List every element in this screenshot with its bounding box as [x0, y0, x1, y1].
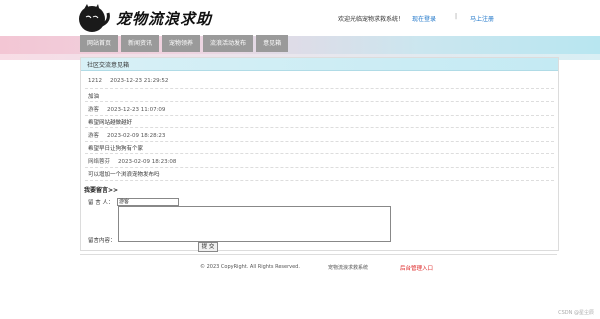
site-logo[interactable]: 宠物流浪求助: [78, 2, 212, 34]
watermark: CSDN @星尘辰: [558, 310, 594, 316]
register-link[interactable]: 马上注册: [470, 14, 494, 23]
login-link[interactable]: 现在登录: [412, 16, 436, 23]
cat-logo-icon: [79, 4, 110, 32]
entry-time: 2023-02-09 18:28:23: [107, 133, 166, 139]
message-board: 社区交流意见箱 1212 2023-12-23 21:29:52 加油 游客 202…: [80, 57, 559, 252]
entry-time: 2023-12-23 11:07:09: [107, 107, 166, 113]
entry-time: 2023-02-09 18:23:08: [118, 159, 177, 165]
entry-user: 游客: [88, 107, 100, 113]
leave-message-title: 我要留言>>: [84, 187, 119, 194]
welcome-message: 欢迎光临宠物求救系统！: [338, 16, 405, 23]
divider: [85, 88, 554, 89]
entry-content: 希望早日让狗狗有个家: [88, 146, 144, 152]
board-title-bar: 社区交流意见箱: [81, 58, 558, 71]
entry-user: 游客: [88, 133, 100, 139]
divider: [85, 115, 554, 116]
nav-item-news[interactable]: 新闻资讯: [121, 35, 160, 52]
name-input[interactable]: 游客: [117, 198, 179, 206]
entry-meta: 网络蓉芬 2023-02-09 18:23:08: [88, 157, 176, 165]
site-header: 宠物流浪求助 欢迎光临宠物求救系统！ 现在登录 | 马上注册: [0, 0, 600, 36]
entry-content: 可以增加一个浏浪宠物发布吗: [88, 172, 160, 178]
entry-meta: 游客 2023-12-23 11:07:09: [88, 105, 165, 113]
main-nav: 网站首页 新闻资讯 宠物领养 流浪活动发布 意见箱: [80, 35, 291, 52]
entry-content: 加油: [88, 94, 100, 100]
logo-text: 宠物流浪求助: [116, 9, 213, 28]
divider: [85, 153, 554, 154]
admin-entry-link[interactable]: 后台管理入口: [400, 264, 433, 272]
nav-item-feedback[interactable]: 意见箱: [256, 35, 289, 52]
divider: [85, 167, 554, 168]
nav-item-adoption[interactable]: 宠物领养: [162, 35, 201, 52]
divider: [85, 141, 554, 142]
divider: [85, 127, 554, 128]
content-textarea[interactable]: [118, 206, 391, 242]
entry-time: 2023-12-23 21:29:52: [110, 78, 169, 84]
footer-divider: [80, 254, 557, 255]
footer-copyright: © 2023 CopyRight. All Rights Reserved.: [200, 264, 300, 270]
entry-user: 网络蓉芬: [88, 159, 111, 165]
board-title: 社区交流意见箱: [87, 62, 130, 69]
footer-system-name: 宠物流浪求救系统: [328, 265, 369, 271]
name-label: 留 言 人：: [88, 200, 114, 206]
header-separator: |: [455, 13, 458, 20]
entry-content: 希望网站越做越好: [88, 120, 133, 126]
content-label: 留言内容：: [88, 238, 116, 244]
entry-user: 1212: [88, 78, 102, 84]
nav-item-home[interactable]: 网站首页: [80, 35, 119, 52]
entry-meta: 1212 2023-12-23 21:29:52: [88, 78, 168, 84]
submit-button[interactable]: 提 交: [198, 242, 218, 252]
nav-item-activity[interactable]: 流浪活动发布: [203, 35, 254, 52]
divider: [85, 101, 554, 102]
divider: [85, 180, 554, 181]
welcome-text: 欢迎光临宠物求救系统！ 现在登录: [338, 14, 436, 23]
entry-meta: 游客 2023-02-09 18:28:23: [88, 131, 165, 139]
